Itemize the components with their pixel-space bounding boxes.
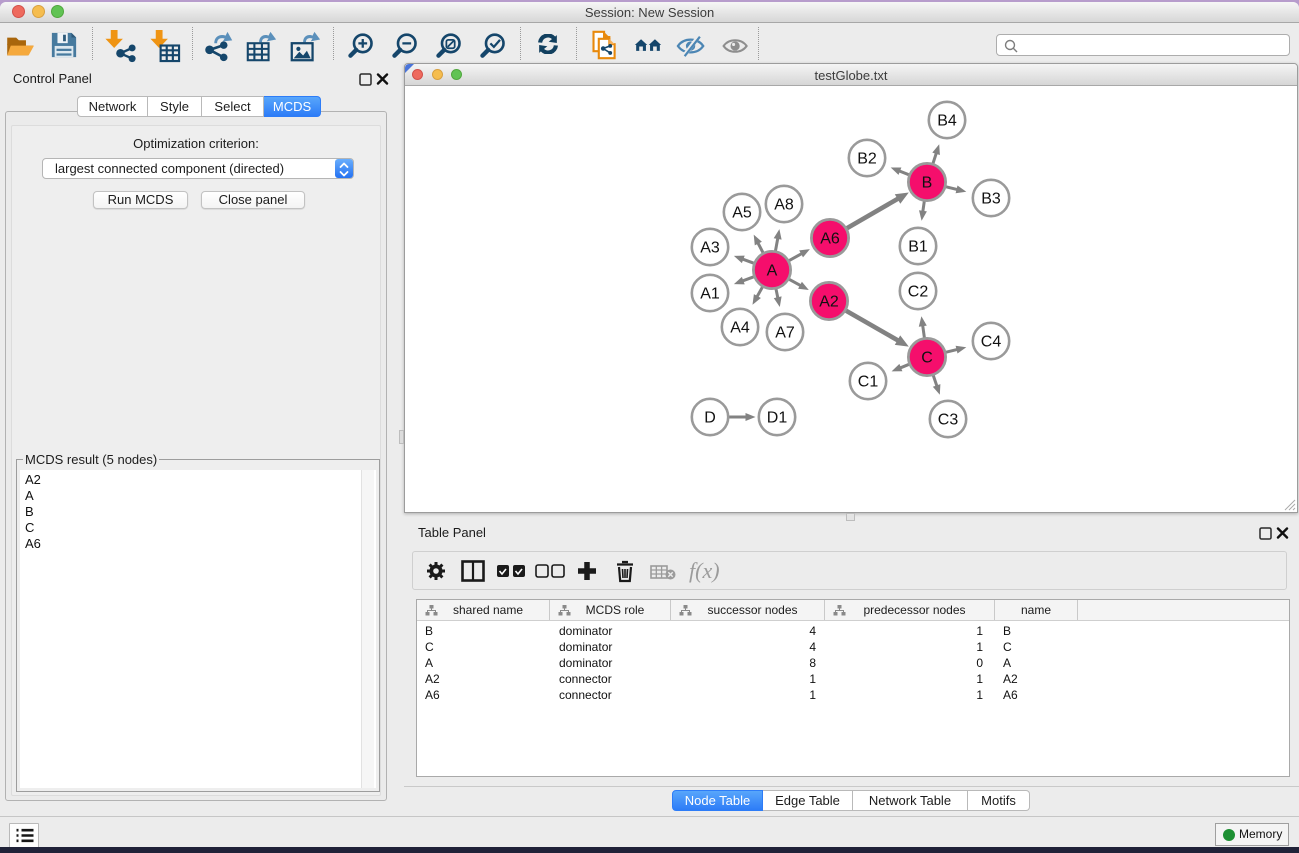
- svg-text:B: B: [922, 175, 933, 192]
- svg-text:C1: C1: [858, 374, 879, 391]
- svg-text:B3: B3: [981, 191, 1001, 208]
- svg-text:A5: A5: [732, 205, 752, 222]
- svg-text:B1: B1: [908, 239, 928, 256]
- svg-text:D: D: [704, 410, 716, 427]
- svg-text:D1: D1: [767, 410, 788, 427]
- svg-text:A4: A4: [730, 320, 750, 337]
- svg-text:C4: C4: [981, 334, 1002, 351]
- svg-text:A7: A7: [775, 325, 795, 342]
- svg-text:C3: C3: [938, 412, 959, 429]
- svg-text:A1: A1: [700, 286, 720, 303]
- svg-text:A3: A3: [700, 240, 720, 257]
- svg-text:A8: A8: [774, 197, 794, 214]
- svg-text:C: C: [921, 350, 933, 367]
- svg-text:B2: B2: [857, 151, 877, 168]
- svg-text:A6: A6: [820, 231, 840, 248]
- svg-text:B4: B4: [937, 113, 957, 130]
- svg-text:A2: A2: [819, 294, 839, 311]
- svg-text:A: A: [767, 263, 778, 280]
- svg-text:C2: C2: [908, 284, 929, 301]
